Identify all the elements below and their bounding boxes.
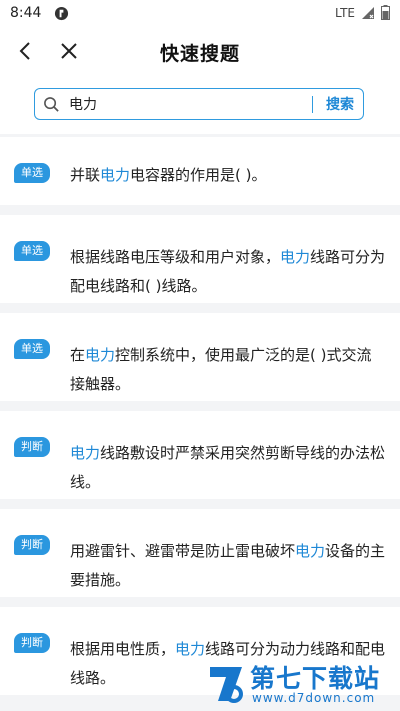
question-type-badge: 判断 [14,437,50,457]
question-text: 用避雷针、避雷带是防止雷电破坏电力设备的主要措施。 [70,537,386,595]
search-button[interactable]: 搜索 [317,89,363,118]
watermark-url: www.d7down.com [252,691,376,705]
page-title: 快速搜题 [159,43,240,65]
question-type-badge: 单选 [14,163,50,183]
question-card[interactable]: 单选 在电力控制系统中，使用最广泛的是( )式交流接触器。 [0,313,400,401]
question-text-segment: 电容器的作用是( )。 [130,166,267,184]
question-text-segment: 根据线路电压等级和用户对象， [70,248,281,266]
network-type: LTE [335,5,355,20]
question-text-segment: 控制系统中，使用最广泛的是( )式交流接触器。 [70,346,372,393]
header-bar: 快速搜题 [0,28,400,74]
question-text-segment: 在 [70,346,86,364]
question-text-segment: 线路敷设时严禁采用突然剪断导线的办法松线。 [70,444,386,491]
search-area: 搜索 [0,74,400,134]
highlighted-keyword: 电力 [280,248,311,266]
question-card[interactable]: 判断 用避雷针、避雷带是防止雷电破坏电力设备的主要措施。 [0,509,400,597]
search-icon [44,97,59,112]
highlighted-keyword: 电力 [175,640,206,658]
question-card[interactable]: 单选 根据线路电压等级和用户对象，电力线路可分为配电线路和( )线路。 [0,215,400,303]
status-bar: 8:44 LTE [0,0,400,28]
highlighted-keyword: 电力 [70,444,101,462]
app-notification-icon [54,6,69,21]
question-card[interactable]: 单选 并联电力电容器的作用是( )。 [0,137,400,205]
question-card[interactable]: 判断 电力线路敷设时严禁采用突然剪断导线的办法松线。 [0,411,400,499]
result-list: 单选 并联电力电容器的作用是( )。 单选 根据线路电压等级和用户对象，电力线路可分为… [0,137,400,705]
highlighted-keyword: 电力 [100,166,131,184]
question-type-badge: 单选 [14,241,50,261]
search-input[interactable] [69,93,299,115]
question-text-segment: 用避雷针、避雷带是防止雷电破坏 [70,542,296,560]
question-text-segment: 根据用电性质， [70,640,176,658]
question-type-badge: 判断 [14,535,50,555]
question-text: 根据线路电压等级和用户对象，电力线路可分为配电线路和( )线路。 [70,243,386,301]
question-text: 并联电力电容器的作用是( )。 [70,161,386,190]
signal-icon [362,6,374,19]
battery-icon [381,5,390,20]
watermark-name: 第七下载站 [250,664,381,693]
watermark: 第七下载站 www.d7down.com [204,657,394,711]
watermark-logo-icon [210,667,243,703]
status-indicators: LTE [335,5,390,20]
status-time: 8:44 [10,5,42,21]
search-divider [312,96,313,113]
highlighted-keyword: 电力 [295,542,326,560]
search-box[interactable]: 搜索 [34,88,364,120]
question-type-badge: 单选 [14,339,50,359]
question-text: 电力线路敷设时严禁采用突然剪断导线的办法松线。 [70,439,386,497]
question-text: 在电力控制系统中，使用最广泛的是( )式交流接触器。 [70,341,386,399]
question-type-badge: 判断 [14,633,50,653]
question-text-segment: 并联 [70,166,101,184]
highlighted-keyword: 电力 [85,346,116,364]
